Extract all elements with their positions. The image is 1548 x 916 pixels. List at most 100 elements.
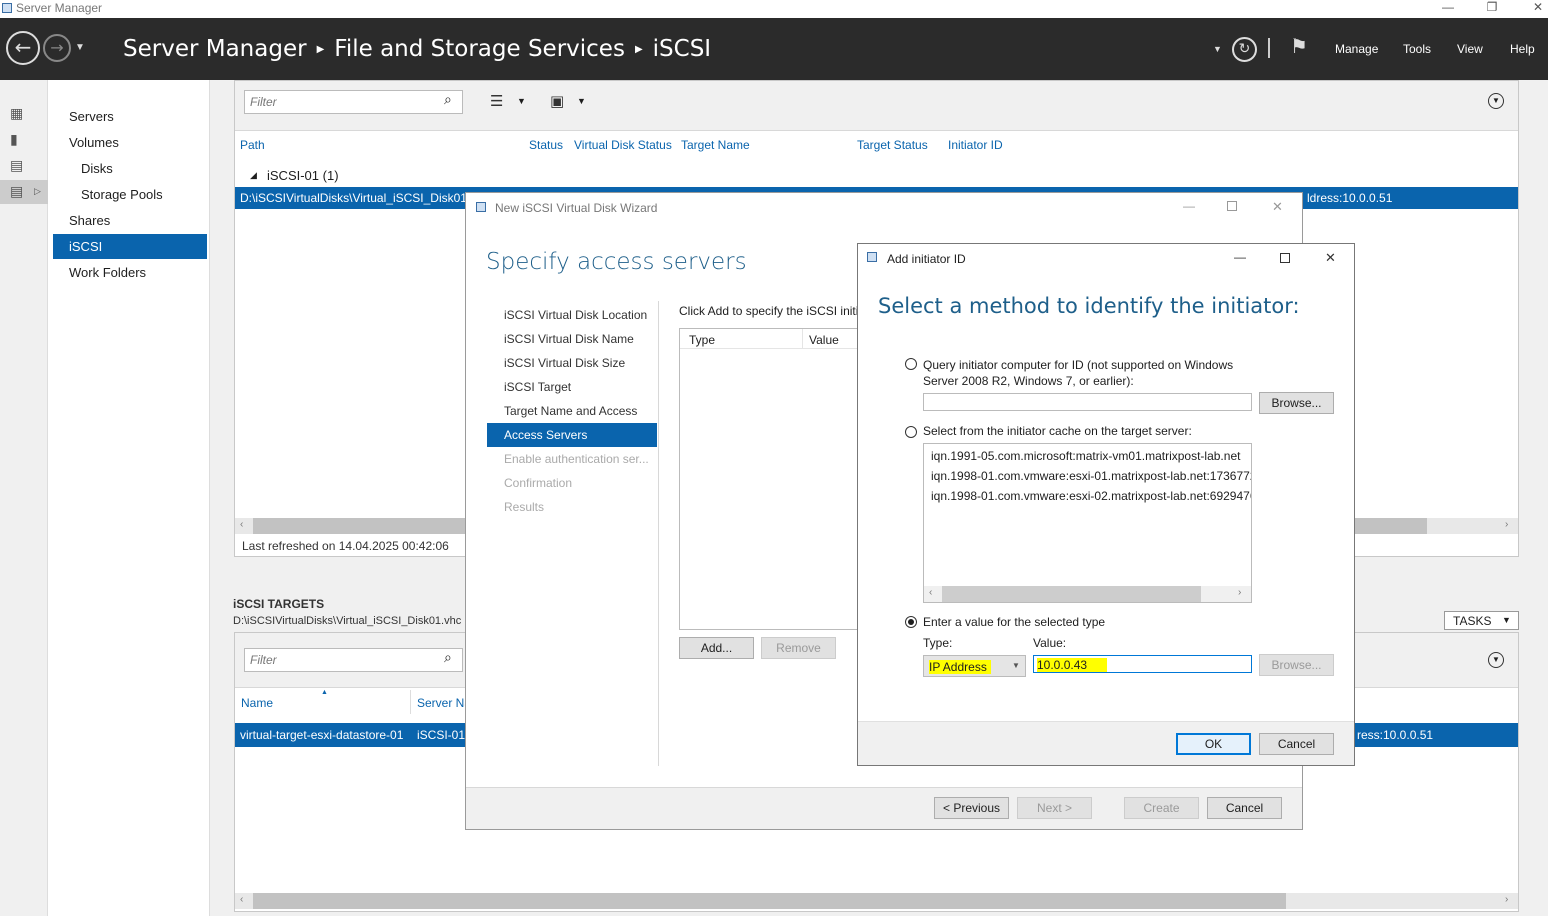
nav-item-work-folders[interactable]: Work Folders [53,260,207,285]
scroll-right-icon[interactable]: › [1238,587,1241,598]
add-button[interactable]: Add... [679,637,754,659]
breadcrumb-file-storage[interactable]: File and Storage Services [334,36,625,62]
column-target-name[interactable]: Target Name [681,138,750,152]
search-icon[interactable]: ⌕ [444,650,452,666]
type-select[interactable]: IP Address ▼ [923,655,1026,677]
save-query-dropdown-icon[interactable]: ▼ [577,96,586,106]
column-initiator-id[interactable]: Initiator ID [948,138,1003,152]
radio-initiator-cache[interactable] [905,426,917,438]
menu-manage[interactable]: Manage [1335,42,1378,56]
close-button[interactable]: ✕ [1528,0,1548,14]
restore-button[interactable]: ❐ [1482,0,1502,14]
group-collapse-icon[interactable]: ◢ [250,170,257,181]
scroll-right-icon[interactable]: › [1505,894,1508,905]
browse-value-button: Browse... [1259,654,1334,676]
disks-filter-input[interactable]: Filter [244,90,463,114]
list-view-dropdown-icon[interactable]: ▼ [517,96,526,106]
wizard-step-target-name-access[interactable]: Target Name and Access [487,399,657,423]
access-servers-table-header: Type Value [680,329,858,349]
menu-view[interactable]: View [1457,42,1483,56]
wizard-step-name[interactable]: iSCSI Virtual Disk Name [487,327,657,351]
dialog-cancel-button[interactable]: Cancel [1259,733,1334,755]
expand-arrow-icon[interactable]: ▷ [34,186,41,197]
browse-computer-button[interactable]: Browse... [1259,392,1334,414]
local-server-icon[interactable]: ▮ [10,132,26,148]
initiator-cache-list[interactable]: iqn.1991-05.com.microsoft:matrix-vm01.ma… [923,443,1252,603]
history-dropdown-icon[interactable]: ▼ [75,42,85,53]
nav-item-servers[interactable]: Servers [53,104,207,129]
wizard-step-location[interactable]: iSCSI Virtual Disk Location [487,303,657,327]
search-icon[interactable]: ⌕ [444,92,452,108]
list-view-icon[interactable]: ☰ [490,92,503,110]
nav-item-disks[interactable]: Disks [53,156,207,181]
collapse-panel-icon[interactable]: ▼ [1488,93,1504,109]
tasks-label: TASKS [1453,614,1492,628]
dialog-close-button[interactable]: ✕ [1325,250,1336,266]
horizontal-scrollbar[interactable]: ‹ › [235,893,1518,909]
scroll-right-icon[interactable]: › [1505,519,1508,530]
dialog-maximize-button[interactable] [1280,253,1290,263]
targets-filter-input[interactable]: Filter [244,648,463,672]
wizard-step-target[interactable]: iSCSI Target [487,375,657,399]
wizard-cancel-button[interactable]: Cancel [1207,797,1282,819]
next-button: Next > [1017,797,1092,819]
value-input-text: 10.0.0.43 [1037,658,1108,672]
wizard-minimize-button[interactable]: — [1183,199,1195,213]
column-status[interactable]: Status [529,138,563,152]
list-item[interactable]: iqn.1998-01.com.vmware:esxi-01.matrixpos… [931,469,1251,483]
breadcrumb-server-manager[interactable]: Server Manager [123,36,307,62]
row-path: D:\iSCSIVirtualDisks\Virtual_iSCSI_Disk0… [240,191,483,205]
scroll-left-icon[interactable]: ‹ [240,894,243,905]
file-storage-services-icon[interactable]: ▤ ▷ [0,180,48,204]
menu-help[interactable]: Help [1510,42,1535,56]
tasks-dropdown[interactable]: TASKS ▼ [1444,611,1519,630]
list-item[interactable]: iqn.1991-05.com.microsoft:matrix-vm01.ma… [931,449,1240,463]
minimize-button[interactable]: — [1438,0,1458,14]
access-servers-table[interactable]: Type Value [679,328,859,630]
refresh-icon[interactable]: ↻ [1232,37,1257,62]
window-title: Server Manager [16,1,103,15]
value-input[interactable]: 10.0.0.43 [1033,655,1252,673]
list-item[interactable]: iqn.1998-01.com.vmware:esxi-02.matrixpos… [931,489,1251,503]
nav-item-iscsi[interactable]: iSCSI [53,234,207,259]
column-server-name[interactable]: Server Na [417,696,471,710]
type-selected-value: IP Address [929,660,991,674]
column-target-status[interactable]: Target Status [857,138,928,152]
ok-button[interactable]: OK [1176,733,1251,755]
cache-horizontal-scrollbar[interactable]: ‹ › [924,586,1251,602]
scrollbar-thumb[interactable] [253,893,1286,909]
collapse-panel-icon[interactable]: ▼ [1488,652,1504,668]
column-name[interactable]: Name [241,696,273,710]
initiator-computer-input[interactable] [923,393,1252,411]
wizard-close-button[interactable]: ✕ [1272,199,1283,215]
wizard-step-results: Results [504,500,545,514]
nav-item-storage-pools[interactable]: Storage Pools [53,182,207,207]
create-button: Create [1124,797,1199,819]
nav-item-volumes[interactable]: Volumes [53,130,207,155]
dashboard-icon[interactable]: ▦ [10,106,26,122]
scrollbar-thumb[interactable] [942,586,1201,602]
column-type[interactable]: Type [689,333,715,347]
wizard-heading: Specify access servers [486,249,747,275]
wizard-step-size[interactable]: iSCSI Virtual Disk Size [487,351,657,375]
menu-tools[interactable]: Tools [1403,42,1431,56]
notifications-flag-icon[interactable]: ⚑ [1290,34,1308,58]
forward-button[interactable]: → [43,34,71,62]
wizard-step-access-servers[interactable]: Access Servers [487,423,657,447]
radio-query-initiator[interactable] [905,358,917,370]
save-query-icon[interactable]: ▣ [550,92,564,110]
all-servers-icon[interactable]: ▤ [10,158,26,174]
previous-button[interactable]: < Previous [934,797,1009,819]
wizard-divider [658,301,659,766]
radio-enter-value[interactable] [905,616,917,628]
dialog-minimize-button[interactable]: — [1234,250,1246,264]
scroll-left-icon[interactable]: ‹ [240,519,243,530]
back-button[interactable]: ← [6,31,40,65]
column-path[interactable]: Path [240,138,265,152]
scroll-left-icon[interactable]: ‹ [929,587,932,598]
column-virtual-disk-status[interactable]: Virtual Disk Status [574,138,672,152]
refresh-dropdown-icon[interactable]: ▼ [1213,44,1222,54]
column-value[interactable]: Value [809,333,839,347]
nav-item-shares[interactable]: Shares [53,208,207,233]
wizard-maximize-button[interactable] [1227,201,1237,211]
